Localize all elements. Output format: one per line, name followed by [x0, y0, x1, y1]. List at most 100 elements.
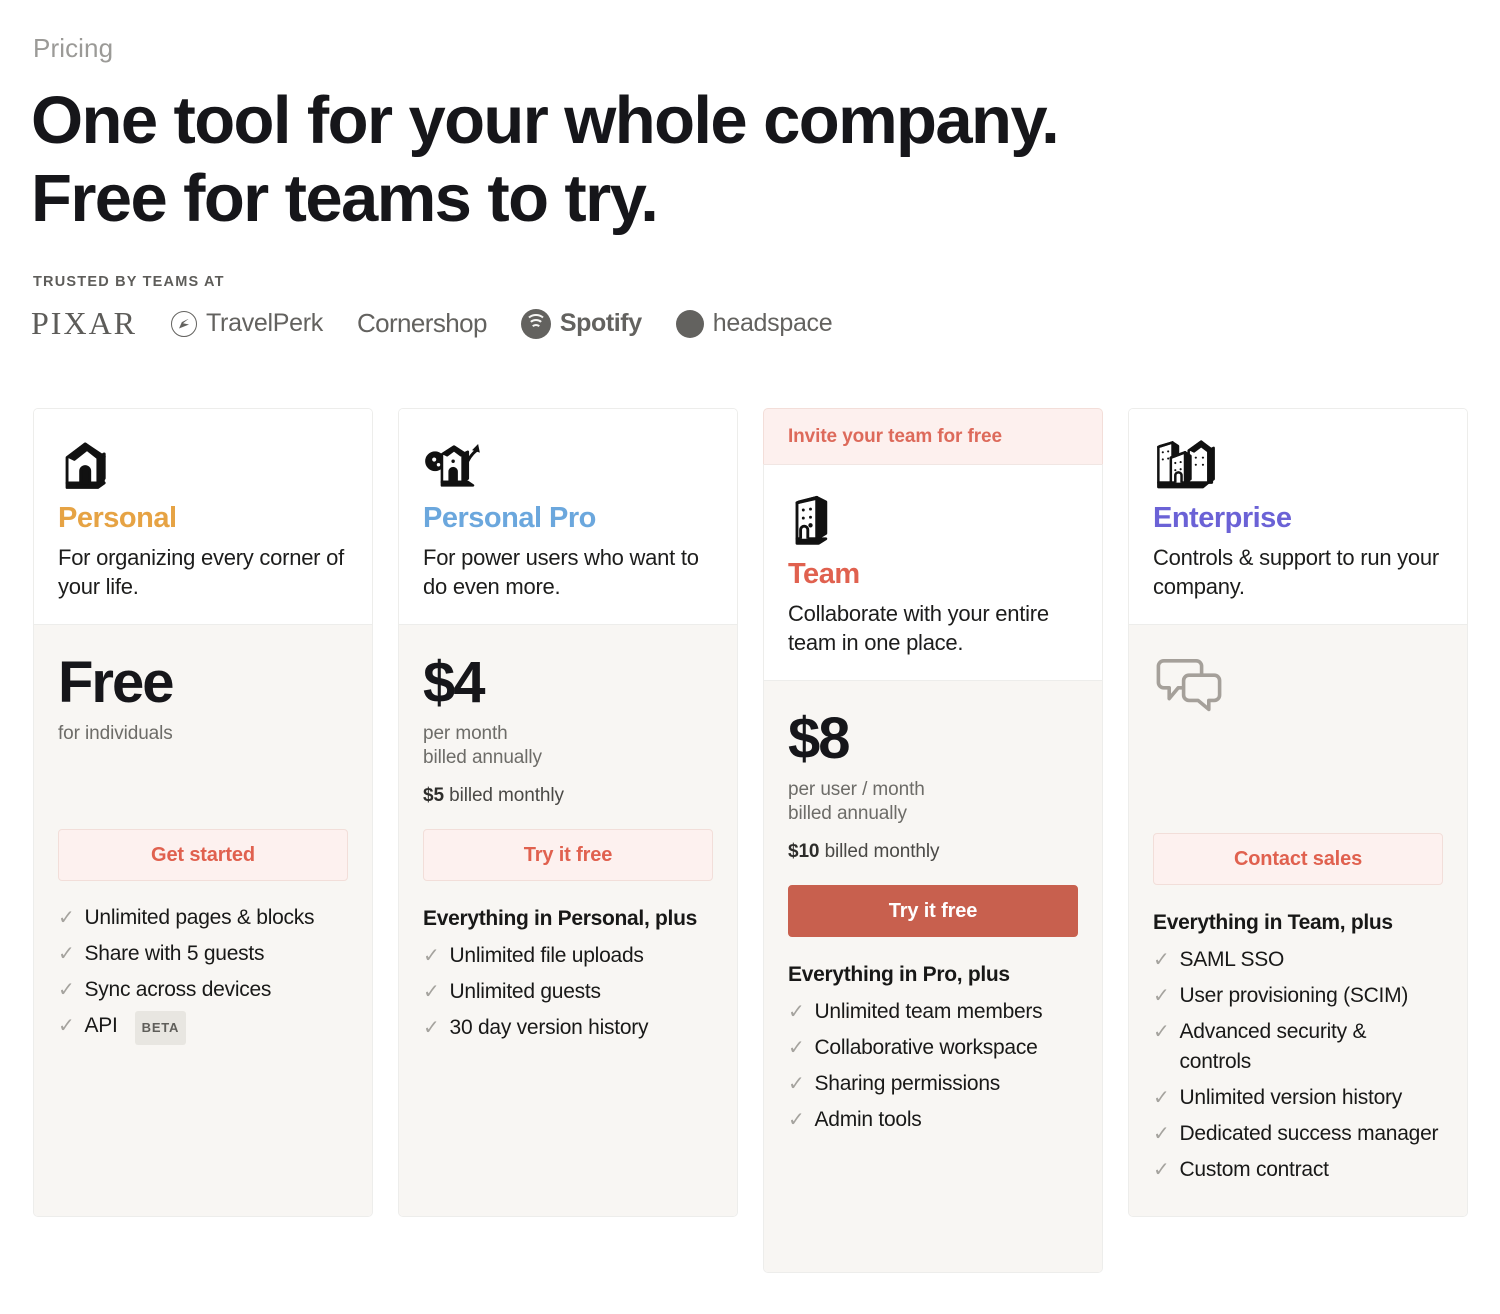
plan-name-personal-pro: Personal Pro [423, 502, 596, 534]
feature-label: Unlimited pages & blocks [84, 906, 315, 929]
logo-cornershop-label: Cornershop [356, 308, 487, 338]
travelperk-balloon-icon [171, 310, 198, 337]
check-icon: ✓ [58, 907, 75, 929]
feature-label: Advanced security & controls [1179, 1020, 1367, 1073]
plan-description-personal: For organizing every corner of your life… [58, 545, 344, 599]
pricing-card-enterprise: Enterprise Controls & support to run your… [1128, 408, 1468, 1217]
feature-heading-enterprise: Everything in Team, plus [1153, 911, 1393, 934]
card-header-enterprise: Enterprise Controls & support to run your… [1129, 409, 1467, 624]
price-alt-amount-personal-pro: $5 [423, 785, 444, 806]
logo-headspace-label: headspace [712, 309, 833, 337]
logo-pixar: PIXAR [31, 305, 137, 342]
feature-label: Unlimited file uploads [449, 944, 644, 967]
house-plant-icon [423, 434, 713, 496]
feature-item: ✓ Advanced security & controls [1153, 1017, 1443, 1077]
cta-button-team[interactable]: Try it free [788, 885, 1078, 937]
check-icon: ✓ [788, 1001, 805, 1023]
plan-description-personal-pro: For power users who want to do even more… [423, 545, 699, 599]
card-pricing-personal: Free for individuals Get started ✓ Unlimited… [34, 624, 372, 1216]
feature-label: SAML SSO [1179, 948, 1285, 971]
logo-headspace: headspace [675, 309, 833, 338]
feature-item: ✓ Unlimited file uploads [423, 941, 713, 971]
feature-item: ✓ Admin tools [788, 1105, 1078, 1135]
feature-list-personal-pro: ✓ Unlimited file uploads ✓ Unlimited guests… [423, 941, 713, 1043]
feature-label: Sharing permissions [814, 1072, 1001, 1095]
logo-travelperk-label: TravelPerk [206, 309, 323, 337]
price-alt-amount-team: $10 [788, 841, 820, 862]
feature-item: ✓ Sync across devices [58, 975, 348, 1005]
card-header-team: Team Collaborate with your entire team in… [764, 465, 1102, 680]
city-buildings-icon [1153, 434, 1443, 496]
feature-item: ✓ Collaborative workspace [788, 1033, 1078, 1063]
page-title: One tool for your whole company. Free fo… [31, 82, 1060, 238]
price-amount-personal-pro: $4 [423, 650, 486, 715]
price-block-personal-pro: $4 per month billed annually $5 billed mont… [423, 651, 713, 829]
logo-spotify: Spotify [520, 308, 642, 339]
check-icon: ✓ [423, 945, 440, 967]
price-alt-personal-pro: $5 billed monthly [423, 785, 713, 807]
price-note-team: per user / month billed annually [788, 779, 925, 824]
cta-button-personal[interactable]: Get started [58, 829, 348, 881]
feature-label: Unlimited guests [449, 980, 601, 1003]
price-block-team: $8 per user / month billed annually $10 bil… [788, 707, 1078, 885]
logo-travelperk: TravelPerk [171, 309, 323, 338]
check-icon: ✓ [423, 1017, 440, 1039]
price-block-enterprise [1153, 655, 1443, 833]
feature-label: User provisioning (SCIM) [1179, 984, 1409, 1007]
cta-button-personal-pro[interactable]: Try it free [423, 829, 713, 881]
card-body-team: Team Collaborate with your entire team in… [763, 464, 1103, 1273]
feature-label: 30 day version history [449, 1016, 649, 1039]
page-title-line-1: One tool for your whole company. [31, 83, 1060, 158]
feature-item: ✓ Dedicated success manager [1153, 1119, 1443, 1149]
feature-list-team: ✓ Unlimited team members ✓ Collaborative wo… [788, 997, 1078, 1135]
check-icon: ✓ [1153, 1021, 1170, 1043]
card-pricing-team: $8 per user / month billed annually $10 bil… [764, 680, 1102, 1272]
feature-item: ✓ SAML SSO [1153, 945, 1443, 975]
price-alt-team: $10 billed monthly [788, 841, 1078, 863]
card-banner-team: Invite your team for free [763, 408, 1103, 464]
feature-item: ✓ Unlimited team members [788, 997, 1078, 1027]
house-icon [58, 434, 348, 496]
check-icon: ✓ [423, 981, 440, 1003]
card-body-personal: Personal For organizing every corner of y… [33, 408, 373, 1217]
cta-button-enterprise[interactable]: Contact sales [1153, 833, 1443, 885]
price-block-personal: Free for individuals [58, 651, 348, 829]
feature-item: ✓ Share with 5 guests [58, 939, 348, 969]
feature-label: Custom contract [1179, 1158, 1329, 1181]
plan-name-team: Team [788, 558, 860, 590]
check-icon: ✓ [1153, 1123, 1170, 1145]
check-icon: ✓ [1153, 1159, 1170, 1181]
check-icon: ✓ [58, 979, 75, 1001]
card-header-personal: Personal For organizing every corner of y… [34, 409, 372, 624]
check-icon: ✓ [788, 1109, 805, 1131]
price-alt-text-team: billed monthly [819, 841, 940, 862]
plan-description-enterprise: Controls & support to run your company. [1153, 545, 1439, 599]
check-icon: ✓ [58, 943, 75, 965]
chat-bubbles-icon [1153, 655, 1443, 722]
feature-label: Share with 5 guests [84, 942, 265, 965]
headspace-circle-icon [675, 309, 704, 338]
feature-item: ✓ Sharing permissions [788, 1069, 1078, 1099]
check-icon: ✓ [1153, 985, 1170, 1007]
price-alt-text-personal-pro: billed monthly [443, 785, 564, 806]
feature-item: ✓ Unlimited guests [423, 977, 713, 1007]
check-icon: ✓ [1153, 1087, 1170, 1109]
feature-list-personal: ✓ Unlimited pages & blocks ✓ Share with 5 g… [58, 903, 348, 1045]
feature-label: Admin tools [814, 1108, 922, 1131]
page-eyebrow: Pricing [33, 33, 114, 63]
feature-label: Dedicated success manager [1179, 1122, 1439, 1145]
office-building-icon [788, 490, 1078, 552]
feature-item: ✓ Custom contract [1153, 1155, 1443, 1185]
check-icon: ✓ [1153, 949, 1170, 971]
pricing-card-personal-pro: Personal Pro For power users who want to … [398, 408, 738, 1217]
feature-label: Unlimited version history [1179, 1086, 1403, 1109]
feature-item: ✓ Unlimited version history [1153, 1083, 1443, 1113]
feature-item: ✓ Unlimited pages & blocks [58, 903, 348, 933]
feature-item: ✓ User provisioning (SCIM) [1153, 981, 1443, 1011]
logo-cornershop: Cornershop [357, 308, 487, 339]
card-body-personal-pro: Personal Pro For power users who want to … [398, 408, 738, 1217]
page-title-line-2: Free for teams to try. [31, 161, 659, 236]
pricing-card-team: Invite your team for free Team Collaborate… [763, 408, 1103, 1273]
feature-item: ✓ 30 day version history [423, 1013, 713, 1043]
plan-name-enterprise: Enterprise [1153, 502, 1292, 534]
